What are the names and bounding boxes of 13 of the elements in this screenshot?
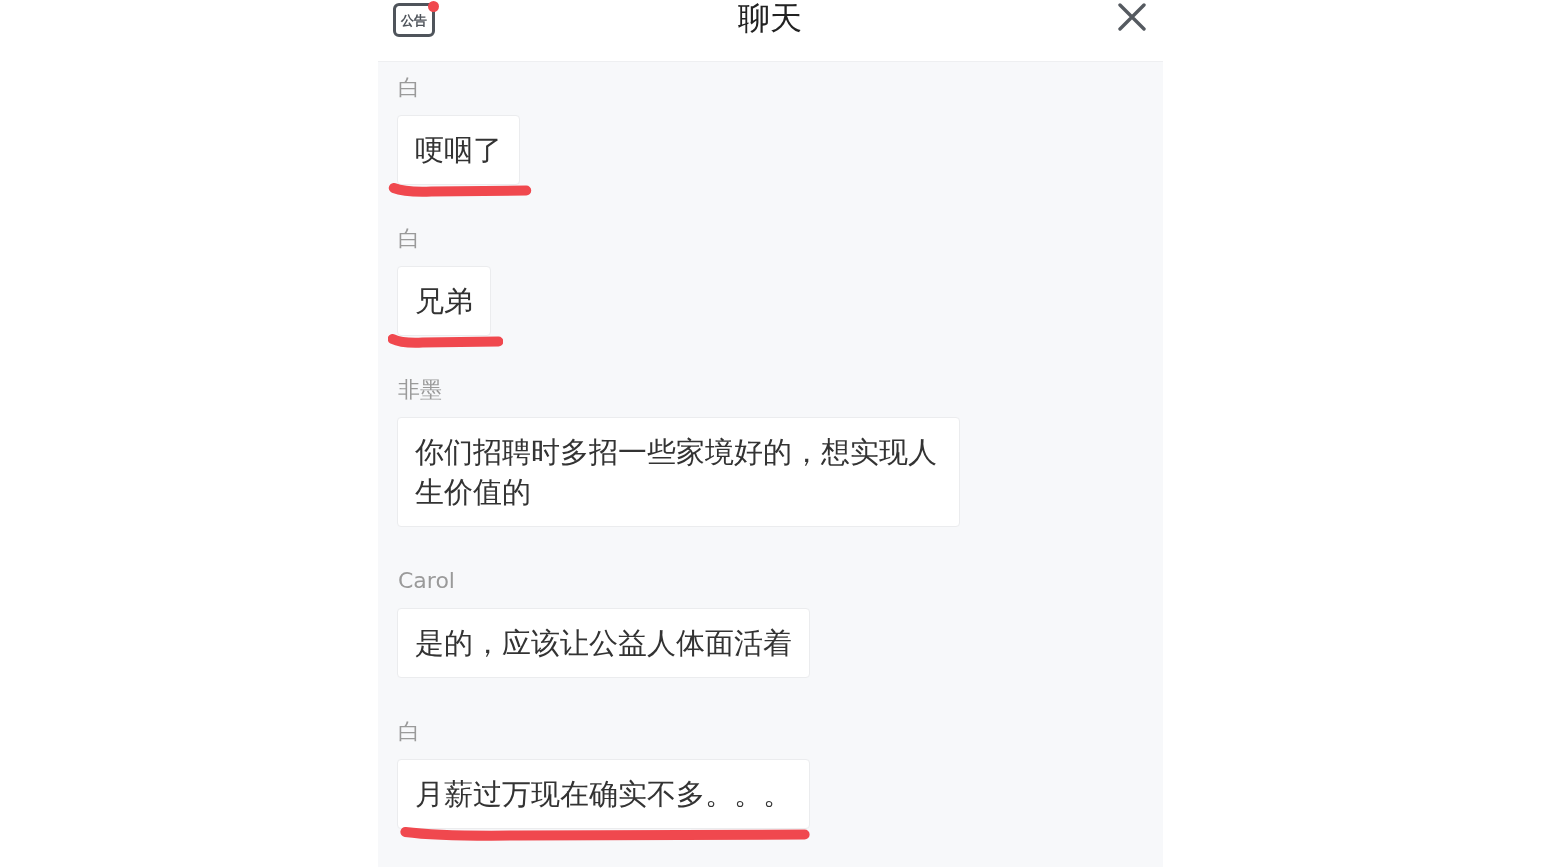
sender-name: 白 [397, 719, 420, 745]
sender-name: Carol [397, 568, 455, 594]
close-button[interactable] [1118, 3, 1146, 31]
message-bubble: 你们招聘时多招一些家境好的，想实现人生价值的 [397, 417, 960, 527]
message-bubble: 兄弟 [397, 266, 491, 336]
message-bubble: 月薪过万现在确实不多。。。 [397, 759, 810, 829]
sender-name: 非墨 [397, 377, 442, 403]
chat-title: 聊天 [737, 0, 802, 36]
close-icon [1118, 3, 1146, 31]
message-bubble: 是的，应该让公益人体面活着 [397, 608, 810, 678]
sender-name: 白 [397, 226, 420, 252]
message-bubble: 哽咽了 [397, 115, 520, 185]
sender-name: 白 [397, 75, 420, 101]
